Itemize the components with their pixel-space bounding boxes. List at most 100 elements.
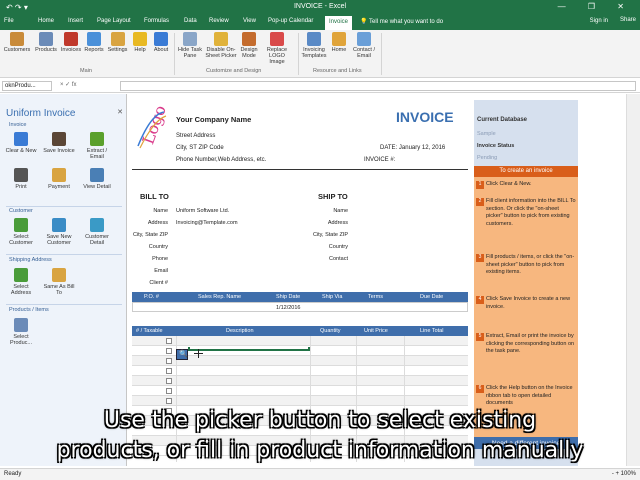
replace-logo-icon (270, 32, 284, 46)
window-controls[interactable]: — ❐ ✕ (558, 2, 634, 11)
taxable-checkbox[interactable] (166, 398, 172, 404)
customer-detail-button[interactable]: Customer Detail (80, 218, 114, 246)
col-description: Description (226, 328, 254, 334)
taxable-checkbox[interactable] (166, 358, 172, 364)
ribbon-tabs: File Home Insert Page Layout Formulas Da… (0, 16, 640, 30)
zoom-control[interactable]: - + 100% (612, 471, 636, 477)
taxable-checkbox[interactable] (166, 368, 172, 374)
sign-in-link[interactable]: Sign in (590, 18, 608, 24)
picker-icon (214, 32, 228, 46)
products-button[interactable]: Products (33, 32, 59, 53)
bill-label: Client # (149, 280, 168, 286)
tab-home[interactable]: Home (38, 18, 54, 24)
select-customer-button[interactable]: Select Customer (4, 218, 38, 246)
customers-button[interactable]: Customers (2, 32, 32, 53)
step-number: 4 (476, 296, 484, 304)
clear-new-label: Clear & New (5, 148, 37, 154)
logo-image: Logo (137, 106, 168, 149)
tab-page-layout[interactable]: Page Layout (97, 18, 131, 24)
help-button[interactable]: Help (131, 32, 149, 53)
extract-email-button[interactable]: Extract / Email (80, 132, 114, 160)
bill-name-value[interactable]: Uniform Software Ltd. (176, 208, 229, 214)
product-icon (14, 318, 28, 332)
about-button[interactable]: About (150, 32, 172, 53)
reports-button[interactable]: Reports (83, 32, 105, 53)
replace-logo-button[interactable]: Replace LOGO Image (261, 32, 293, 65)
invoice-status-label: Invoice Status (477, 143, 515, 149)
city-state-zip[interactable]: City, ST ZIP Code (176, 145, 224, 151)
phone-web[interactable]: Phone Number,Web Address, etc. (176, 157, 266, 163)
reports-label: Reports (84, 47, 104, 53)
selected-cell[interactable] (188, 347, 310, 351)
tab-review[interactable]: Review (209, 18, 229, 24)
table-row[interactable] (132, 396, 468, 406)
ribbon-separator (298, 33, 299, 75)
group-label-resources: Resource and Links (313, 68, 362, 74)
section-products: Products / Items (9, 307, 49, 313)
street-address[interactable]: Street Address (176, 133, 215, 139)
contact-email-button[interactable]: Contact / Email (349, 32, 379, 59)
company-name[interactable]: Your Company Name (176, 115, 251, 124)
invoice-number[interactable]: INVOICE #: (364, 157, 395, 163)
view-detail-button[interactable]: View Detail (80, 168, 114, 190)
ship-label: Address (327, 220, 348, 226)
tab-file[interactable]: File (4, 18, 14, 24)
on-sheet-picker-button[interactable]: 🔍 (176, 349, 188, 360)
step-number: 5 (476, 333, 484, 341)
taxable-checkbox[interactable] (166, 378, 172, 384)
table-row[interactable] (132, 366, 468, 376)
ship-to-heading: SHIP TO (318, 192, 348, 201)
tell-me-search[interactable]: 💡 Tell me what you want to do (360, 18, 443, 25)
table-row[interactable] (132, 336, 468, 346)
clear-icon (14, 132, 28, 146)
tab-insert[interactable]: Insert (68, 18, 83, 24)
contact-email-label: Contact / Email (352, 47, 375, 59)
save-new-customer-label: Save New Customer (46, 234, 72, 246)
taxable-checkbox[interactable] (166, 348, 172, 354)
bill-address-value[interactable]: Invoicing@Template.com (176, 220, 238, 226)
products-label: Products (35, 47, 57, 53)
save-invoice-button[interactable]: Save Invoice (42, 132, 76, 154)
invoice-status-value[interactable]: Pending (477, 155, 497, 161)
table-row[interactable] (132, 376, 468, 386)
step-text: Fill client information into the BILL To… (486, 198, 576, 227)
formula-input[interactable] (120, 81, 636, 91)
close-icon[interactable]: ✕ (117, 108, 123, 116)
hide-task-pane-button[interactable]: Hide Task Pane (176, 32, 204, 59)
invoicing-templates-button[interactable]: Invoicing Templates (300, 32, 328, 59)
extract-icon (90, 132, 104, 146)
invoice-date[interactable]: DATE: January 12, 2016 (380, 145, 445, 151)
table-row[interactable] (132, 386, 468, 396)
formula-buttons[interactable]: × ✓ fx (60, 81, 77, 88)
same-as-bill-button[interactable]: Same As Bill To (42, 268, 76, 296)
disable-picker-button[interactable]: Disable On-Sheet Picker (205, 32, 237, 59)
print-button[interactable]: Print (4, 168, 38, 190)
select-address-label: Select Address (10, 284, 32, 296)
tab-invoice[interactable]: Invoice (325, 16, 353, 30)
taxable-checkbox[interactable] (166, 388, 172, 394)
tab-formulas[interactable]: Formulas (144, 18, 169, 24)
help-icon (133, 32, 147, 46)
tab-data[interactable]: Data (184, 18, 197, 24)
ship-label: Contact (329, 256, 348, 262)
home-link-button[interactable]: Home (330, 32, 348, 53)
save-new-customer-button[interactable]: Save New Customer (42, 218, 76, 246)
share-button[interactable]: Share (620, 17, 636, 23)
ship-label: Name (333, 208, 348, 214)
name-box[interactable]: oknProdu... (2, 81, 52, 91)
taxable-checkbox[interactable] (166, 338, 172, 344)
clear-new-button[interactable]: Clear & New (4, 132, 38, 154)
payment-button[interactable]: Payment (42, 168, 76, 190)
customers-label: Customers (3, 47, 31, 53)
database-value[interactable]: Sample (477, 131, 496, 137)
ship-date-value[interactable]: 1/12/2016 (276, 305, 300, 311)
tab-popup-calendar[interactable]: Pop-up Calendar (268, 18, 313, 24)
settings-button[interactable]: Settings (105, 32, 130, 53)
select-address-button[interactable]: Select Address (4, 268, 38, 296)
select-product-button[interactable]: Select Produc... (4, 318, 38, 346)
add-customer-icon (52, 218, 66, 232)
design-mode-button[interactable]: Design Mode (238, 32, 260, 59)
customer-icon (14, 218, 28, 232)
tab-view[interactable]: View (243, 18, 256, 24)
invoices-button[interactable]: Invoices (59, 32, 83, 53)
